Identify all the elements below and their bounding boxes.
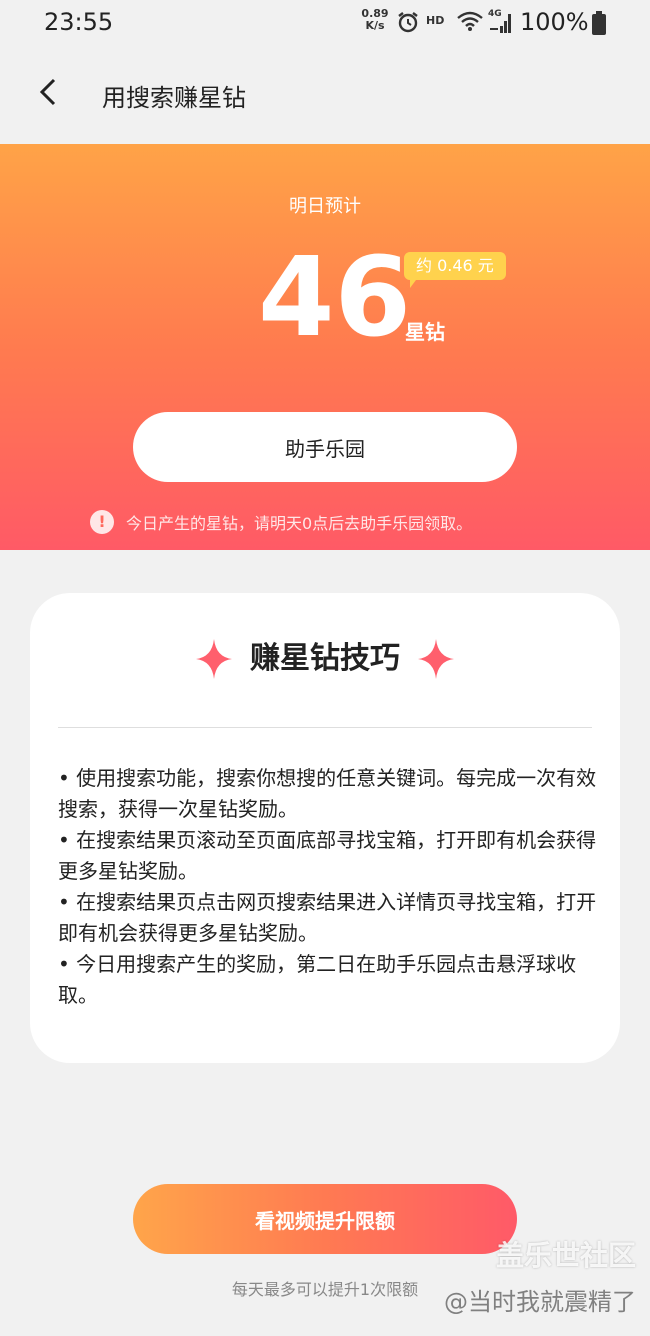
network-speed-unit: K/s	[365, 19, 385, 32]
estimate-label: 明日预计	[289, 196, 361, 217]
battery-icon	[592, 11, 606, 35]
list-item: • 在搜索结果页滚动至页面底部寻找宝箱，打开即有机会获得更多星钻奖励。	[58, 828, 597, 883]
signal-icon	[490, 14, 511, 33]
approx-value-badge: 约 0.46 元	[404, 252, 506, 288]
list-item: • 使用搜索功能，搜索你想搜的任意关键词。每完成一次有效搜索，获得一次星钻奖励。	[58, 766, 597, 821]
watermark-site: 盖乐世社区	[495, 1239, 636, 1272]
wifi-icon	[457, 11, 483, 31]
battery-percent: 100%	[520, 8, 589, 36]
estimate-panel: 明日预计 46 约 0.46 元 星钻 助手乐园 ! 今日产生的星钻，请明天0点…	[0, 144, 650, 550]
watermark-user: @当时我就震精了	[444, 1288, 636, 1316]
status-bar: 23:55 0.89 K/s HD 4G 100%	[0, 0, 650, 44]
list-item: • 今日用搜索产生的奖励，第二日在助手乐园点击悬浮球收取。	[58, 952, 577, 1007]
tips-list: • 使用搜索功能，搜索你想搜的任意关键词。每完成一次有效搜索，获得一次星钻奖励。…	[58, 763, 598, 1011]
divider	[58, 727, 592, 728]
tips-card: 赚星钻技巧 • 使用搜索功能，搜索你想搜的任意关键词。每完成一次有效搜索，获得一…	[30, 593, 620, 1063]
estimate-unit: 星钻	[405, 320, 445, 344]
claim-notice: ! 今日产生的星钻，请明天0点后去助手乐园领取。	[90, 508, 472, 536]
chevron-left-icon	[39, 78, 56, 106]
list-item: • 在搜索结果页点击网页搜索结果进入详情页寻找宝箱，打开即有机会获得更多星钻奖励…	[58, 890, 597, 945]
exclamation-icon: !	[90, 510, 114, 534]
alarm-icon	[398, 12, 418, 33]
sparkle-icon	[418, 639, 454, 679]
tips-title: 赚星钻技巧	[250, 641, 400, 676]
watch-video-button[interactable]: 看视频提升限额	[133, 1184, 517, 1254]
claim-notice-text: 今日产生的星钻，请明天0点后去助手乐园领取。	[126, 514, 473, 533]
status-time: 23:55	[44, 8, 114, 36]
hd-badge: HD	[426, 14, 445, 27]
page-title: 用搜索赚星钻	[102, 84, 246, 112]
back-button[interactable]	[30, 74, 66, 110]
estimate-amount: 46	[258, 233, 412, 361]
assistant-park-button[interactable]: 助手乐园	[133, 412, 517, 482]
network-speed: 0.89 K/s	[358, 8, 392, 32]
app-header: 用搜索赚星钻	[0, 44, 650, 144]
